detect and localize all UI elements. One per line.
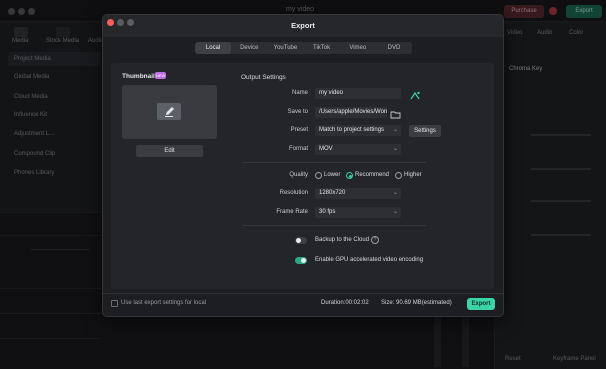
settings-button[interactable]: Settings xyxy=(409,125,441,137)
save-to-input[interactable]: /Users/apple/Movies/Won xyxy=(315,107,387,118)
save-to-label: Save to xyxy=(287,109,308,115)
chevron-down-icon: ⌄ xyxy=(392,127,398,133)
tab-local[interactable]: Local xyxy=(195,42,232,54)
quality-lower-label[interactable]: Lower xyxy=(324,172,340,178)
backup-cloud-toggle[interactable] xyxy=(295,237,307,244)
thumbnail-label: Thumbnail: xyxy=(122,73,158,80)
remember-settings-label: Use last export settings for local xyxy=(121,300,207,306)
divider xyxy=(243,225,426,226)
gpu-encoding-toggle[interactable] xyxy=(295,257,307,264)
size-text: Size: 90.69 MB(estimated) xyxy=(381,300,452,306)
preset-value: Match to project settings xyxy=(319,127,385,133)
dialog-titlebar: Export xyxy=(103,15,503,37)
app-window: my video Purchase Export Media Stock Med… xyxy=(0,0,606,369)
divider xyxy=(243,162,426,163)
export-dialog: Export Local Device YouTube TikTok Vimeo… xyxy=(102,14,504,317)
tab-device[interactable]: Device xyxy=(231,42,267,54)
toggle-knob xyxy=(296,238,301,243)
quality-lower-radio[interactable] xyxy=(315,172,322,179)
format-label: Format xyxy=(288,146,308,152)
name-label: Name xyxy=(291,90,308,96)
format-value: MOV xyxy=(319,146,333,152)
help-icon[interactable]: ? xyxy=(371,236,379,244)
folder-icon[interactable] xyxy=(390,107,401,119)
resolution-value: 1280x720 xyxy=(319,190,346,196)
chevron-down-icon: ⌄ xyxy=(392,190,398,196)
resolution-label: Resolution xyxy=(279,190,308,196)
frame-rate-value: 30 fps xyxy=(319,209,336,215)
chevron-down-icon: ⌄ xyxy=(392,209,398,215)
frame-rate-select[interactable]: 30 fps ⌄ xyxy=(315,207,401,218)
quality-higher-radio[interactable] xyxy=(395,172,402,179)
tab-youtube[interactable]: YouTube xyxy=(267,42,303,54)
format-select[interactable]: MOV ⌄ xyxy=(315,144,401,155)
quality-label: Quality xyxy=(289,172,308,178)
name-input[interactable]: my video xyxy=(315,88,401,99)
resolution-select[interactable]: 1280x720 ⌄ xyxy=(315,188,401,199)
backup-cloud-label: Backup to the Cloud xyxy=(315,237,370,243)
export-button[interactable]: Export xyxy=(467,298,495,310)
ai-rename-icon[interactable] xyxy=(409,88,421,100)
toggle-knob xyxy=(301,258,306,263)
chevron-down-icon: ⌄ xyxy=(392,146,398,152)
quality-recommend-radio[interactable] xyxy=(346,172,353,179)
tab-dvd[interactable]: DVD xyxy=(376,42,412,54)
edit-thumbnail-button[interactable]: Edit xyxy=(136,145,203,157)
preset-select[interactable]: Match to project settings ⌄ xyxy=(315,125,401,136)
gpu-encoding-label: Enable GPU accelerated video encoding xyxy=(315,257,424,263)
tab-tiktok[interactable]: TikTok xyxy=(304,42,340,54)
quality-recommend-label[interactable]: Recommend xyxy=(355,172,389,178)
frame-rate-label: Frame Rate xyxy=(276,209,308,215)
quality-higher-label[interactable]: Higher xyxy=(404,172,422,178)
output-settings-label: Output Settings xyxy=(241,74,286,81)
tab-vimeo[interactable]: Vimeo xyxy=(340,42,376,54)
preset-label: Preset xyxy=(290,127,308,133)
new-badge: NEW xyxy=(155,72,166,79)
remember-settings-checkbox[interactable] xyxy=(111,300,118,307)
dialog-title: Export xyxy=(291,21,315,30)
pencil-icon xyxy=(157,103,181,120)
export-tabs: Local Device YouTube TikTok Vimeo DVD xyxy=(195,42,412,54)
duration-text: Duration:00:02:02 xyxy=(321,300,369,306)
